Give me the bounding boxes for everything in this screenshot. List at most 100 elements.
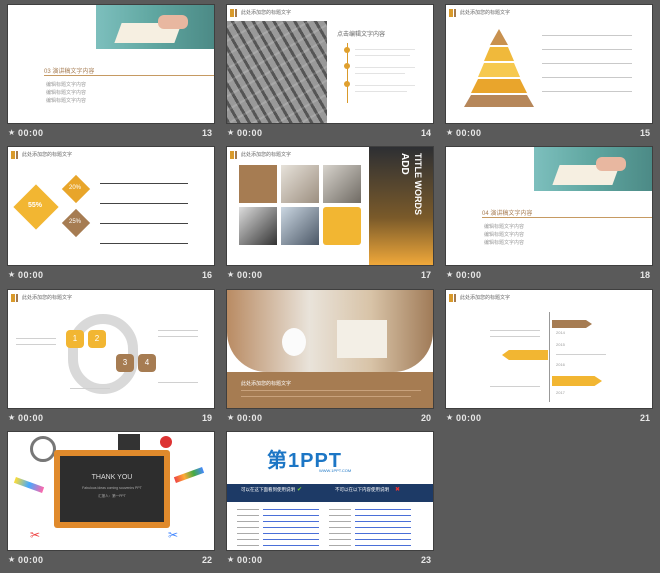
row-line (100, 183, 188, 184)
slide-number: 17 (420, 270, 431, 280)
row-line (100, 223, 188, 224)
text-line (16, 344, 56, 345)
year-label: 2016 (556, 362, 565, 367)
pyramid-graphic (464, 29, 534, 107)
arrow-left (502, 350, 548, 360)
slide-number: 13 (201, 128, 212, 138)
star-icon: ★ (8, 128, 16, 137)
header-icon (235, 9, 237, 17)
vertical-title: TITLE WORDS (413, 153, 423, 215)
step-badge: 4 (138, 354, 156, 372)
slide-title: 04 演讲稿文字内容 (482, 211, 533, 217)
header-icon (454, 294, 456, 302)
percent-label: 25% (69, 219, 82, 225)
slide-time: 00:00 (237, 128, 263, 138)
link-list (263, 506, 319, 546)
header-icon (449, 294, 453, 302)
slide-header: 此处添加您的标题文字 (460, 10, 511, 16)
slide-meta: ★ 00:00 21 (446, 411, 652, 427)
slide-number: 14 (420, 128, 431, 138)
text-line (241, 396, 411, 397)
text-line (158, 336, 198, 337)
item-line: 编辑标题文字内容 (46, 90, 87, 96)
slide-meta: ★ 00:00 18 (446, 268, 652, 284)
header-icon (449, 9, 453, 17)
text-line (542, 91, 632, 92)
photo-overlay (227, 21, 327, 123)
open-book (337, 320, 387, 358)
item-line: 编辑标题文字内容 (46, 82, 87, 88)
star-icon: ★ (227, 270, 235, 279)
logo-url: WWW.1PPT.COM (319, 468, 352, 473)
item-line: 编辑标题文字内容 (484, 240, 525, 246)
slide-meta: ★ 00:00 13 (8, 126, 214, 142)
star-icon: ★ (227, 128, 235, 137)
slide-meta: ★ 00:00 23 (227, 553, 433, 569)
slide-time: 00:00 (18, 413, 44, 423)
slide-canvas: 03 演讲稿文字内容 编辑标题文字内容 编辑标题文字内容 编辑标题文字内容 (8, 5, 214, 123)
scissors-icon: ✂ (30, 528, 41, 542)
timeline-axis (549, 312, 550, 402)
text-line (355, 49, 415, 50)
text-line (70, 388, 110, 389)
slide-number: 23 (420, 555, 431, 565)
slide-meta: ★ 00:00 22 (8, 553, 214, 569)
step-badge: 1 (66, 330, 84, 348)
tile-photo (281, 207, 319, 245)
tile-photo (239, 207, 277, 245)
star-icon: ★ (8, 270, 16, 279)
header-icon (454, 9, 456, 17)
tile-brown (239, 165, 277, 203)
slide-time: 00:00 (18, 128, 44, 138)
board-title: THANK YOU (91, 474, 133, 481)
text-line (355, 73, 405, 74)
text-line (490, 336, 540, 337)
text-line (355, 67, 415, 68)
year-label: 2015 (556, 342, 565, 347)
label-list (237, 506, 259, 546)
tile-yellow (323, 207, 361, 245)
star-icon: ★ (8, 555, 16, 564)
clock-icon (30, 436, 56, 462)
pencils (13, 477, 45, 493)
timeline-dot (344, 47, 350, 53)
slide-canvas: THANK YOU Fabulous ideas coming souvenir… (8, 432, 214, 550)
slide-canvas: 此处添加您的标题文字 (446, 5, 652, 123)
check-icon: ✔ (297, 487, 303, 493)
star-icon: ★ (446, 413, 454, 422)
step-badge: 3 (116, 354, 134, 372)
text-line (542, 35, 632, 36)
header-icon (11, 151, 15, 159)
slide-header: 此处添加您的标题文字 (241, 10, 292, 16)
text-line (542, 77, 632, 78)
slide-canvas: 此处添加您的标题文字 2014 2015 2016 2017 (446, 290, 652, 408)
text-line (556, 354, 606, 355)
hand-shape (596, 157, 626, 171)
row-line (100, 243, 188, 244)
pencils (173, 467, 205, 483)
slide-time: 00:00 (237, 413, 263, 423)
text-line (16, 338, 56, 339)
label-list (329, 506, 351, 546)
timeline-dot (344, 81, 350, 87)
slide-number: 21 (639, 413, 650, 423)
arrow-right (552, 376, 602, 386)
header-icon (11, 294, 15, 302)
slide-time: 00:00 (18, 555, 44, 565)
slide-canvas: 此处添加您的标题文字 ADD TITLE WORDS (227, 147, 433, 265)
slide-header: 此处添加您的标题文字 (22, 152, 73, 158)
text-line (241, 390, 421, 391)
slide-time: 00:00 (456, 270, 482, 280)
header-icon (16, 294, 18, 302)
vertical-title: ADD (399, 153, 410, 175)
slide-canvas: 此处添加您的标题文字 (227, 290, 433, 408)
photo-desk (227, 290, 433, 372)
row-line (100, 203, 188, 204)
percent-label: 55% (28, 202, 43, 209)
slide-number: 18 (639, 270, 650, 280)
slide-number: 20 (420, 413, 431, 423)
star-icon: ★ (227, 413, 235, 422)
slide-number: 22 (201, 555, 212, 565)
item-line: 编辑标题文字内容 (484, 224, 525, 230)
star-icon: ★ (446, 128, 454, 137)
